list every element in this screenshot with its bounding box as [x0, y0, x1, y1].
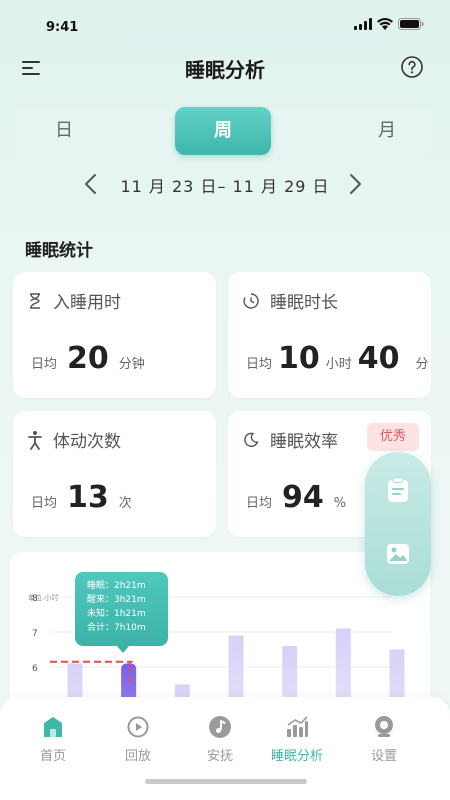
card-title: 入睡用时	[53, 293, 121, 313]
card-title: 体动次数	[53, 432, 121, 452]
section-title: 睡眠统计	[25, 241, 93, 261]
tab-label: 首页	[39, 749, 66, 764]
hourglass-icon	[30, 292, 40, 309]
y-tick-label: 6	[32, 664, 38, 674]
card-value-row: 日均 13 次	[31, 480, 132, 515]
home-indicator	[145, 779, 307, 784]
status-bar: 9:41	[0, 0, 450, 44]
chart-icon	[287, 716, 308, 737]
person-icon	[28, 430, 42, 450]
y-tick-label: 7	[32, 629, 38, 639]
music-icon	[209, 716, 231, 738]
onset-value: 20	[67, 341, 109, 376]
report-button[interactable]	[384, 476, 412, 504]
tab-replay[interactable]: 回放	[103, 715, 173, 764]
avg-label: 日均	[31, 357, 58, 372]
floating-action-panel	[365, 452, 431, 596]
moon-icon	[244, 432, 259, 447]
sleep-duration-card[interactable]: 睡眠时长 日均 10 小时 40 分	[228, 272, 431, 398]
tab-day[interactable]: 日	[14, 107, 114, 155]
tab-label: 回放	[124, 749, 151, 764]
tooltip-unknown: 未知：1h21m	[87, 609, 146, 619]
efficiency-unit: %	[333, 496, 347, 511]
wifi-icon	[377, 18, 393, 30]
card-title: 睡眠时长	[270, 293, 338, 313]
date-navigator: 11 月 23 日– 11 月 29 日	[0, 168, 450, 200]
duration-minutes: 40	[357, 341, 400, 376]
movement-count-card[interactable]: 体动次数 日均 13 次	[13, 411, 216, 537]
tab-label: 睡眠分析	[270, 749, 323, 764]
replay-icon	[127, 716, 149, 738]
status-time: 9:41	[46, 20, 79, 35]
tab-label: 安抚	[206, 749, 233, 764]
avg-label: 日均	[31, 496, 58, 511]
clipboard-icon	[388, 477, 408, 502]
movement-value: 13	[67, 480, 109, 515]
movement-unit: 次	[118, 496, 132, 511]
help-button[interactable]	[400, 55, 424, 79]
tab-month[interactable]: 月	[342, 107, 432, 155]
page-title: 睡眠分析	[185, 58, 265, 82]
avg-label: 日均	[246, 357, 273, 372]
period-segmented-control: 日 周 月	[14, 107, 432, 155]
card-value-row: 日均 94 %	[246, 480, 346, 515]
card-header: 睡眠时长	[242, 288, 338, 313]
gallery-button[interactable]	[384, 540, 412, 568]
card-header: 体动次数	[27, 427, 121, 452]
sleep-timer-icon	[243, 292, 259, 309]
tooltip-total: 合计：7h10m	[87, 623, 146, 633]
tooltip-awake: 醒来：3h21m	[87, 595, 146, 605]
tab-settings[interactable]: 设置	[349, 715, 419, 764]
onset-unit: 分钟	[118, 357, 145, 372]
tab-sleep-analysis[interactable]: 睡眠分析	[262, 715, 332, 764]
home-icon	[44, 717, 62, 737]
y-tick-label: 8	[32, 594, 38, 604]
tab-label: 设置	[370, 749, 397, 764]
card-value-row: 日均 20 分钟	[31, 341, 145, 376]
sleep-onset-card[interactable]: 入睡用时 日均 20 分钟	[13, 272, 216, 398]
card-value-row: 日均 10 小时 40 分	[246, 341, 429, 376]
header: 睡眠分析	[0, 44, 450, 90]
battery-icon	[398, 18, 424, 30]
tab-week[interactable]: 周	[175, 107, 271, 155]
card-header: 入睡用时	[27, 288, 121, 313]
card-title: 睡眠效率	[270, 432, 338, 452]
date-range-label: 11 月 23 日– 11 月 29 日	[120, 177, 330, 196]
image-icon	[387, 544, 409, 564]
duration-hours: 10	[278, 341, 320, 376]
efficiency-value: 94	[282, 480, 324, 515]
chevron-right-icon	[350, 174, 361, 194]
next-week-button[interactable]	[344, 172, 366, 196]
signal-icon	[354, 18, 372, 30]
status-icons	[354, 18, 424, 30]
bottom-tab-bar: 首页 回放 安抚 睡眠分析 设置	[0, 697, 450, 800]
avg-label: 日均	[246, 496, 273, 511]
hours-unit: 小时	[325, 357, 352, 372]
settings-icon	[375, 716, 393, 737]
tooltip-sleep: 睡眠：2h21m	[87, 581, 146, 591]
tab-home[interactable]: 首页	[18, 715, 88, 764]
minutes-unit: 分	[415, 357, 429, 372]
help-icon	[401, 56, 423, 78]
tab-soothe[interactable]: 安抚	[185, 715, 255, 764]
card-header: 睡眠效率	[242, 427, 338, 452]
status-badge: 优秀	[367, 423, 419, 451]
chart-tooltip: 睡眠：2h21m 醒来：3h21m 未知：1h21m 合计：7h10m	[75, 572, 168, 653]
